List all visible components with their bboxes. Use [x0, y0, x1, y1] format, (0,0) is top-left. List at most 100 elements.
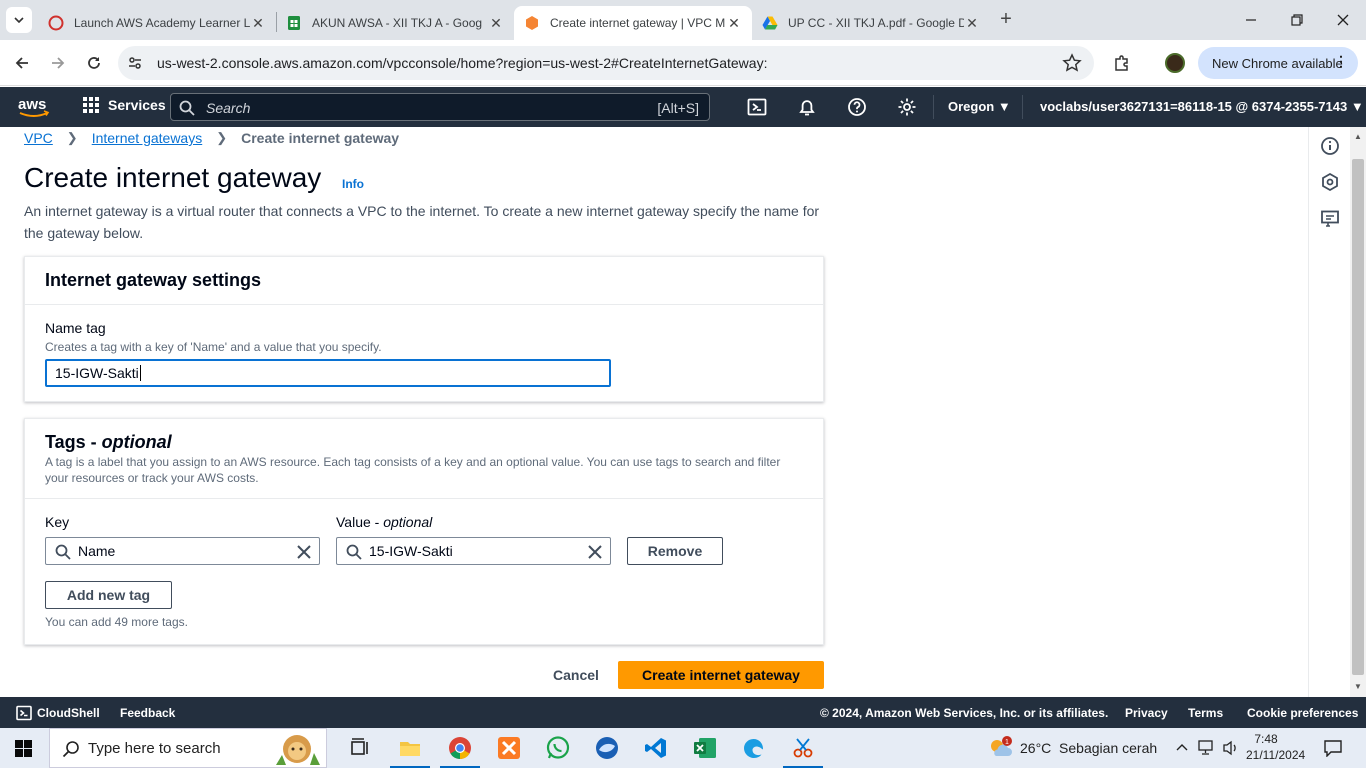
region-selector[interactable]: Oregon ▼ — [948, 99, 1011, 114]
new-chrome-available-button[interactable]: New Chrome available ⋮ — [1198, 47, 1358, 79]
scroll-down-icon[interactable]: ▼ — [1350, 679, 1366, 695]
aws-logo[interactable]: aws — [17, 95, 51, 119]
clock[interactable]: 7:48 21/11/2024 — [1246, 731, 1305, 763]
xampp-icon[interactable] — [497, 736, 521, 760]
snipping-tool-icon[interactable] — [791, 736, 815, 760]
chevron-up-icon[interactable] — [1176, 742, 1188, 754]
info-link[interactable]: Info — [342, 177, 364, 191]
weather-widget[interactable]: 1 26°C Sebagian cerah — [988, 728, 1157, 768]
browser-tab[interactable]: UP CC - XII TKJ A.pdf - Google D ✕ — [752, 6, 990, 40]
chevron-right-icon: ❯ — [216, 130, 228, 145]
tag-value-value: 15-IGW-Sakti — [369, 543, 453, 559]
speaker-icon[interactable] — [1222, 740, 1240, 756]
cloudshell-link[interactable]: CloudShell — [37, 706, 100, 720]
feedback-link[interactable]: Feedback — [120, 706, 175, 720]
excel-icon[interactable] — [693, 736, 717, 760]
svg-text:aws: aws — [18, 96, 46, 113]
cancel-button[interactable]: Cancel — [553, 667, 599, 683]
nav-divider — [933, 95, 934, 119]
cloudshell-icon[interactable] — [16, 705, 32, 721]
divider — [25, 498, 823, 499]
weather-text: 26°C Sebagian cerah — [1020, 740, 1158, 756]
notification-center-icon[interactable] — [1324, 739, 1342, 757]
more-vert-icon[interactable]: ⋮ — [1334, 53, 1348, 70]
edge-icon[interactable] — [742, 736, 766, 760]
minimize-icon — [1246, 19, 1256, 21]
close-icon[interactable]: ✕ — [964, 15, 980, 32]
notifications-bell-icon[interactable] — [797, 97, 817, 117]
task-view-icon[interactable] — [348, 736, 372, 760]
taskbar-search[interactable]: Type here to search — [49, 728, 327, 768]
internet-gateway-settings-panel: Internet gateway settings Name tag Creat… — [24, 256, 824, 402]
bookmark-star-icon[interactable] — [1062, 53, 1082, 73]
arrow-right-icon — [52, 57, 65, 69]
windows-taskbar: Type here to search 1 26°C Sebagian cera… — [0, 728, 1366, 768]
forward-button[interactable] — [46, 51, 70, 75]
restore-icon — [1291, 14, 1303, 26]
feedback-screen-icon[interactable] — [1320, 209, 1340, 229]
clear-icon[interactable] — [587, 544, 603, 560]
breadcrumb-internet-gateways[interactable]: Internet gateways — [92, 130, 203, 146]
cookie-preferences-link[interactable]: Cookie preferences — [1247, 706, 1358, 720]
network-icon[interactable] — [1198, 740, 1216, 756]
add-new-tag-button[interactable]: Add new tag — [45, 581, 172, 609]
tags-title-optional: optional — [101, 432, 172, 452]
help-icon[interactable] — [847, 97, 867, 117]
address-bar[interactable]: us-west-2.console.aws.amazon.com/vpccons… — [118, 46, 1094, 80]
reload-icon — [88, 57, 100, 69]
whatsapp-icon[interactable] — [546, 736, 570, 760]
create-internet-gateway-button[interactable]: Create internet gateway — [618, 661, 824, 689]
scroll-up-icon[interactable]: ▲ — [1350, 129, 1366, 145]
panel-title: Tags - optional — [45, 432, 172, 453]
name-tag-input[interactable]: 15-IGW-Sakti — [45, 359, 611, 387]
browser-tab[interactable]: AKUN AWSA - XII TKJ A - Goog ✕ — [276, 6, 514, 40]
name-tag-value: 15-IGW-Sakti — [55, 365, 139, 381]
close-icon[interactable]: ✕ — [726, 15, 742, 32]
tag-value-input[interactable]: 15-IGW-Sakti — [336, 537, 611, 565]
settings-gear-icon[interactable] — [897, 97, 917, 117]
cloudshell-icon[interactable] — [747, 97, 767, 117]
breadcrumb-vpc[interactable]: VPC — [24, 130, 53, 146]
file-explorer-icon[interactable] — [398, 736, 422, 760]
tags-title-main: Tags - — [45, 432, 102, 452]
close-icon[interactable]: ✕ — [250, 15, 266, 32]
windows-start-icon[interactable] — [15, 740, 32, 757]
aws-footer: CloudShell Feedback © 2024, Amazon Web S… — [0, 697, 1366, 728]
account-menu[interactable]: voclabs/user3627131=86118-15 @ 6374-2355… — [1040, 99, 1364, 114]
search-icon — [62, 741, 79, 758]
tag-key-input[interactable]: Name — [45, 537, 320, 565]
tab-title: AKUN AWSA - XII TKJ A - Goog — [312, 16, 483, 30]
tutorial-hexagon-icon[interactable] — [1320, 172, 1340, 192]
extensions-button[interactable] — [1110, 51, 1134, 75]
scrollbar-thumb[interactable] — [1352, 159, 1364, 675]
chrome-icon[interactable] — [448, 736, 472, 760]
restore-button[interactable] — [1274, 6, 1320, 34]
profile-avatar[interactable] — [1165, 53, 1185, 73]
url-text: us-west-2.console.aws.amazon.com/vpccons… — [157, 55, 768, 71]
terms-link[interactable]: Terms — [1188, 706, 1223, 720]
region-label: Oregon — [948, 99, 995, 114]
new-tab-button[interactable]: + — [996, 9, 1016, 30]
aws-search-input[interactable]: Search [Alt+S] — [170, 93, 710, 121]
thunderbird-icon[interactable] — [595, 736, 619, 760]
privacy-link[interactable]: Privacy — [1125, 706, 1168, 720]
taskbar-search-placeholder: Type here to search — [88, 740, 221, 757]
back-button[interactable] — [10, 51, 34, 75]
services-menu-button[interactable]: Services — [83, 97, 166, 113]
site-settings-icon[interactable] — [126, 54, 144, 72]
vscode-icon[interactable] — [644, 736, 668, 760]
browser-tab-active[interactable]: Create internet gateway | VPC M ✕ — [514, 6, 752, 40]
info-icon[interactable] — [1320, 136, 1340, 156]
close-icon[interactable]: ✕ — [488, 15, 504, 32]
close-window-button[interactable] — [1320, 6, 1366, 34]
clear-icon[interactable] — [296, 544, 312, 560]
page-scrollbar[interactable]: ▲ ▼ — [1350, 127, 1366, 697]
name-tag-hint: Creates a tag with a key of 'Name' and a… — [45, 340, 382, 354]
remove-tag-button[interactable]: Remove — [627, 537, 723, 565]
browser-tab[interactable]: Launch AWS Academy Learner L ✕ — [38, 6, 276, 40]
caret-down-icon: ▼ — [997, 99, 1011, 114]
minimize-button[interactable] — [1228, 6, 1274, 34]
tab-search-dropdown[interactable] — [6, 7, 32, 33]
reload-button[interactable] — [82, 51, 106, 75]
value-label-optional: optional — [383, 514, 433, 530]
